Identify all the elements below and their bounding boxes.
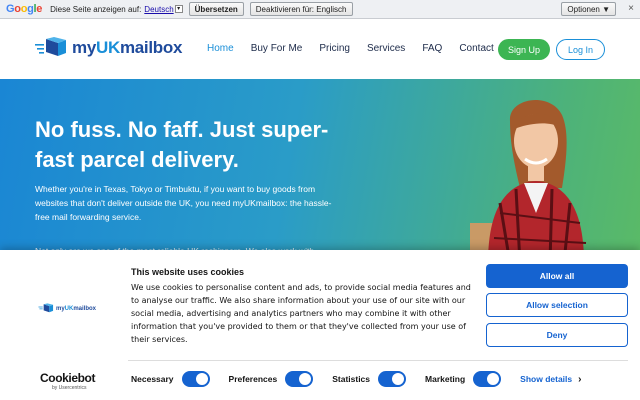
toggle-marketing[interactable]: Marketing: [425, 371, 502, 387]
cookiebot-logo[interactable]: Cookiebot by Usercentrics: [40, 371, 95, 391]
toggle-label: Preferences: [228, 374, 278, 384]
nav-faq[interactable]: FAQ: [422, 43, 442, 54]
disable-translate-button[interactable]: Deaktivieren für: Englisch: [249, 2, 353, 16]
translate-prompt: Diese Seite anzeigen auf:: [50, 4, 142, 14]
logo-text-uk: UK: [95, 38, 120, 57]
logo-text-my: my: [72, 38, 96, 57]
toggle-statistics[interactable]: Statistics: [332, 371, 407, 387]
cookie-site-logo: myUKmailbox: [38, 303, 96, 314]
toggle-switch[interactable]: [285, 371, 314, 387]
parcel-logo-icon: [35, 37, 66, 56]
close-icon[interactable]: ×: [628, 3, 634, 14]
show-details-link[interactable]: Show details ›: [520, 374, 581, 385]
translate-button[interactable]: Übersetzen: [188, 2, 244, 16]
cookiebot-byline: by Usercentrics: [52, 385, 87, 391]
parcel-logo-icon: [38, 303, 54, 313]
google-logo: Google: [6, 3, 43, 15]
toggle-label: Statistics: [332, 374, 371, 384]
deny-button[interactable]: Deny: [486, 323, 628, 347]
toggle-label: Necessary: [131, 374, 174, 384]
hero-paragraph: Whether you're in Texas, Tokyo or Timbuk…: [35, 184, 332, 222]
google-translate-bar: Google Diese Seite anzeigen auf: Deutsch…: [0, 0, 640, 19]
site-logo[interactable]: myUKmailbox: [34, 37, 182, 59]
toggle-switch[interactable]: [473, 371, 502, 387]
cookie-logo-text-mailbox: mailbox: [73, 305, 97, 312]
log-in-button[interactable]: Log In: [556, 39, 605, 60]
options-button[interactable]: Optionen ▼: [561, 2, 616, 16]
toggle-preferences[interactable]: Preferences: [229, 371, 314, 387]
toggle-switch[interactable]: [378, 371, 407, 387]
chevron-right-icon: ›: [578, 373, 582, 385]
divider: [128, 360, 628, 361]
nav-pricing[interactable]: Pricing: [319, 43, 350, 54]
nav-contact[interactable]: Contact: [459, 43, 493, 54]
hero-section: No fuss. No faff. Just super-fast parcel…: [0, 79, 640, 259]
cookie-logo-text-my: my: [56, 305, 65, 312]
site-header: myUKmailbox Home Buy For Me Pricing Serv…: [0, 19, 640, 79]
main-nav: Home Buy For Me Pricing Services FAQ Con…: [207, 43, 511, 54]
chevron-down-icon[interactable]: ▾: [174, 5, 183, 13]
sign-up-button[interactable]: Sign Up: [498, 39, 550, 60]
nav-buy-for-me[interactable]: Buy For Me: [251, 43, 303, 54]
allow-all-button[interactable]: Allow all: [486, 264, 628, 288]
show-details-label: Show details: [520, 374, 573, 384]
cookiebot-name: Cookiebot: [40, 371, 96, 385]
language-select[interactable]: Deutsch: [144, 5, 173, 14]
nav-home[interactable]: Home: [207, 43, 234, 54]
cookie-consent-banner: myUKmailbox This website uses cookies We…: [0, 250, 640, 400]
nav-services[interactable]: Services: [367, 43, 405, 54]
cookie-description: We use cookies to personalise content an…: [131, 283, 471, 344]
toggle-necessary[interactable]: Necessary: [131, 371, 210, 387]
toggle-switch[interactable]: [181, 371, 210, 387]
cookie-title: This website uses cookies: [131, 267, 245, 277]
logo-text-mailbox: mailbox: [119, 38, 183, 57]
hero-title: No fuss. No faff. Just super-fast parcel…: [35, 117, 329, 172]
woman-with-parcel-image: [470, 100, 587, 259]
cookie-toggles: Necessary Preferences Statistics Marketi…: [131, 371, 581, 387]
toggle-label: Marketing: [425, 374, 466, 384]
allow-selection-button[interactable]: Allow selection: [486, 293, 628, 317]
